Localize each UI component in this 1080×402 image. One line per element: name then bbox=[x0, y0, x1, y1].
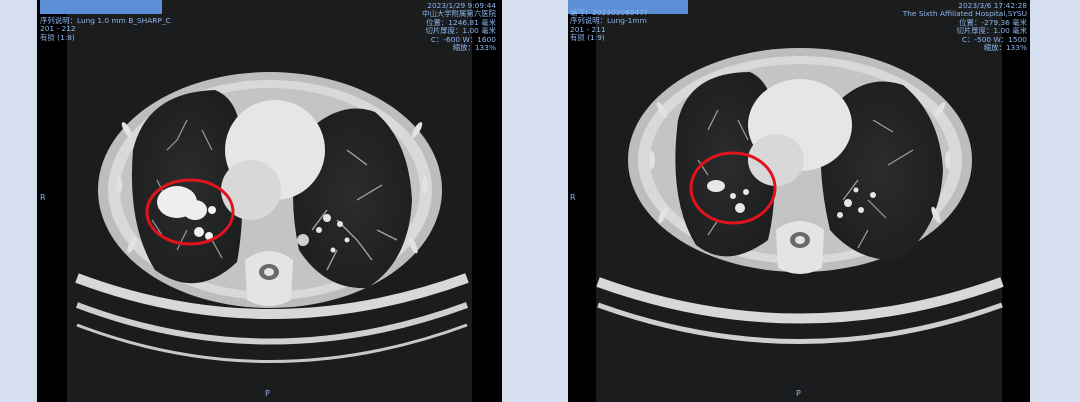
right-ct-scan-image bbox=[596, 48, 1004, 344]
left-orientation-p: P bbox=[265, 389, 270, 398]
left-ct-scan-image bbox=[75, 72, 469, 363]
middle-gap-band bbox=[502, 0, 568, 402]
right-annotation-text: 有损 (1:9) bbox=[570, 33, 605, 43]
right-zoom-text: 缩放：133% bbox=[983, 43, 1027, 53]
left-info-top-right: 2023/1/29 9:09:44 中山大学附属第六医院 位置：1246.81 … bbox=[422, 1, 496, 53]
left-redaction-bar bbox=[40, 0, 162, 14]
left-orientation-r: R bbox=[40, 193, 46, 202]
left-ct-viewport[interactable]: 序列说明：Lung 1.0 mm B_SHARP_C 201 - 212 有损 … bbox=[37, 0, 502, 402]
right-ct-viewport[interactable]: 编号：20230306047? 序列说明：Lung-1mm 201 - 211 … bbox=[568, 0, 1030, 402]
left-zoom-text: 缩放：133% bbox=[452, 43, 496, 53]
right-info-top-left: 编号：20230306047? 序列说明：Lung-1mm 201 - 211 … bbox=[570, 8, 648, 43]
left-margin-band bbox=[0, 0, 37, 402]
left-annotation-text: 有损 (1:8) bbox=[40, 32, 75, 42]
right-orientation-r: R bbox=[570, 193, 576, 202]
right-orientation-p: P bbox=[796, 389, 801, 398]
right-info-top-right: 2023/3/6 17:42:28 The Sixth Affiliated H… bbox=[903, 1, 1027, 53]
left-info-top-left: 序列说明：Lung 1.0 mm B_SHARP_C 201 - 212 有损 … bbox=[40, 16, 171, 42]
right-margin-band bbox=[1030, 0, 1080, 402]
